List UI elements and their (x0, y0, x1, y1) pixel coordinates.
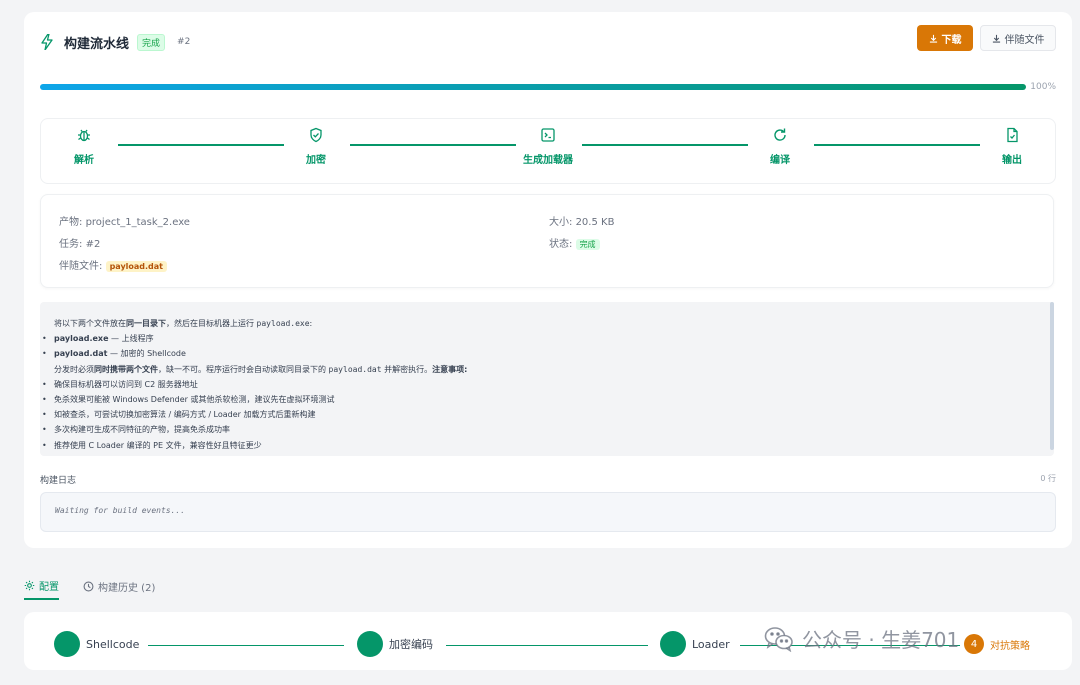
lightning-icon (41, 34, 53, 50)
config-step-loader[interactable]: Loader (660, 631, 730, 657)
step-compile: 编译 (750, 127, 810, 166)
step-connector (350, 144, 516, 146)
step-parse: 解析 (54, 127, 114, 166)
watermark-text: 公众号 · 生姜701 (802, 628, 960, 652)
step-connector (118, 144, 284, 146)
instructions-note: 分发时必须同时携带两个文件，缺一不可。程序运行时会自动读取同目录下的 paylo… (54, 364, 468, 374)
tab-label: 构建历史 (2) (98, 582, 156, 594)
status-badge: 完成 (137, 33, 166, 51)
gear-icon (24, 580, 35, 590)
list-item: payload.exe — 上线程序 (42, 331, 1040, 346)
config-step-label: 加密编码 (389, 638, 433, 651)
config-step-label: Shellcode (86, 637, 140, 651)
step-dot (660, 631, 686, 657)
status-value-badge: 完成 (575, 239, 600, 250)
tab-config[interactable]: 配置 (24, 572, 59, 600)
step-connector (814, 144, 980, 146)
artifact-row: 产物: project_1_task_2.exe (59, 213, 190, 228)
build-log-output[interactable]: Waiting for build events... (40, 492, 1056, 532)
usage-instructions: 将以下两个文件放在同一目录下，然后在目标机器上运行 payload.exe: p… (40, 302, 1054, 456)
download-button[interactable]: 下载 (917, 25, 973, 51)
companion-row: 伴随文件: payload.dat (59, 257, 168, 272)
companion-file-label: 伴随文件: (59, 261, 103, 272)
step-connector (148, 645, 344, 646)
file-icon (1007, 127, 1018, 143)
wechat-icon (764, 626, 793, 652)
step-connector (446, 645, 648, 646)
list-item: 推荐使用 C Loader 编译的 PE 文件，兼容性好且特征更少 (42, 438, 1040, 453)
config-step-evasion[interactable]: 4 对抗策略 (964, 634, 1030, 654)
bug-icon (78, 129, 90, 142)
step-label: 输出 (1002, 155, 1022, 166)
task-label: 任务: (59, 239, 83, 250)
page-title: 构建流水线 (64, 36, 130, 52)
status-row: 状态: 完成 (549, 235, 600, 250)
download-icon (929, 34, 937, 43)
history-icon (83, 581, 94, 591)
download-label: 下载 (941, 34, 962, 46)
step-dot (54, 631, 80, 657)
terminal-icon (541, 128, 555, 142)
companion-file-button[interactable]: 伴随文件 (980, 25, 1056, 51)
size-label: 大小: (549, 217, 573, 228)
tab-label: 配置 (39, 581, 59, 593)
size-value: 20.5 KB (575, 217, 615, 228)
shield-icon (310, 127, 322, 143)
step-encrypt: 加密 (286, 127, 346, 166)
build-log-title: 构建日志 (40, 476, 77, 486)
instructions-scrollbar[interactable] (1050, 302, 1054, 450)
download-icon (992, 34, 1000, 43)
artifact-label: 产物: (59, 217, 83, 228)
instructions-intro: 将以下两个文件放在同一目录下，然后在目标机器上运行 payload.exe: (54, 319, 313, 328)
task-id: #2 (177, 37, 191, 47)
list-item: 如被查杀，可尝试切换加密算法 / 编码方式 / Loader 加载方式后重新构建 (42, 407, 1040, 422)
config-step-shellcode[interactable]: Shellcode (54, 631, 139, 657)
step-output: 输出 (982, 127, 1042, 166)
step-connector (582, 144, 748, 146)
build-log-count: 0 行 (1040, 474, 1056, 483)
pipeline-header: 构建流水线 完成 #2 下载 伴随文件 (40, 25, 1056, 55)
tab-bar: 配置 构建历史 (2) (24, 572, 155, 602)
progress-percent: 100% (1030, 82, 1056, 92)
task-value: #2 (85, 239, 101, 250)
artifact-value: project_1_task_2.exe (85, 217, 190, 228)
list-item: 多次构建可生成不同特征的产物，提高免杀成功率 (42, 422, 1040, 437)
size-row: 大小: 20.5 KB (549, 213, 614, 228)
companion-file-value: payload.dat (105, 261, 168, 272)
config-step-label: Loader (692, 637, 730, 651)
step-dot-active: 4 (964, 634, 984, 654)
watermark: 公众号 · 生姜701 (764, 624, 959, 653)
tab-build-history[interactable]: 构建历史 (2) (83, 572, 155, 600)
artifact-info-card: 产物: project_1_task_2.exe 大小: 20.5 KB 任务:… (40, 194, 1054, 288)
list-item: 免杀效果可能被 Windows Defender 或其他杀软检测，建议先在虚拟环… (42, 392, 1040, 407)
step-dot (357, 631, 383, 657)
list-item: payload.dat — 加密的 Shellcode (42, 346, 1040, 361)
companion-label: 伴随文件 (1004, 34, 1045, 46)
step-generate-loader: 生成加载器 (518, 127, 578, 166)
step-label: 加密 (306, 155, 326, 166)
list-item: 确保目标机器可以访问到 C2 服务器地址 (42, 377, 1040, 392)
step-label: 解析 (74, 155, 94, 166)
step-label: 编译 (770, 155, 790, 166)
build-pipeline-card: 构建流水线 完成 #2 下载 伴随文件 100% 解析 加密 生成加载器 编译 … (24, 12, 1072, 548)
pipeline-steps: 解析 加密 生成加载器 编译 输出 (40, 118, 1056, 184)
build-log-placeholder: Waiting for build events... (55, 506, 186, 515)
step-label: 生成加载器 (523, 155, 573, 166)
progress-fill (40, 84, 1026, 90)
config-step-encoding[interactable]: 加密编码 (357, 631, 433, 657)
config-step-label: 对抗策略 (990, 640, 1030, 652)
progress-bar (40, 84, 1026, 90)
task-row: 任务: #2 (59, 235, 100, 250)
status-label: 状态: (549, 239, 573, 250)
refresh-icon (774, 128, 786, 141)
